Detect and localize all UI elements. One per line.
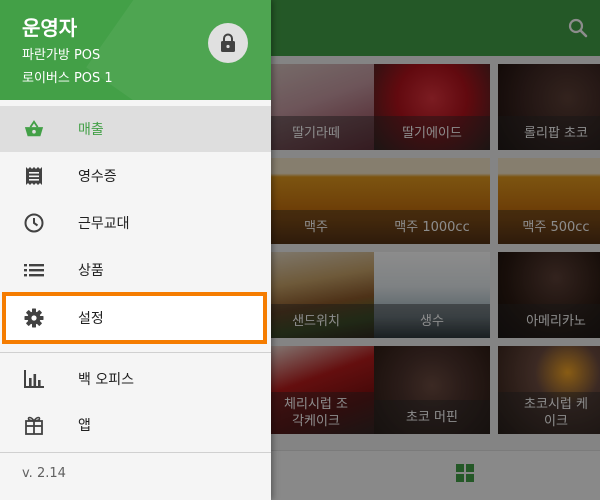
lock-icon	[221, 33, 235, 52]
menu-item-label: 영수증	[78, 169, 117, 185]
store-name: 파란가방 POS	[22, 48, 101, 63]
menu-item-settings[interactable]: 설정	[0, 295, 271, 341]
menu-item-receipts[interactable]: 영수증	[0, 153, 271, 199]
user-name: 운영자	[22, 16, 78, 40]
menu-item-items[interactable]: 상품	[0, 247, 271, 293]
gear-icon	[24, 308, 44, 328]
menu-item-apps[interactable]: 앱	[0, 402, 271, 448]
pos-name: 로이버스 POS 1	[22, 71, 113, 86]
menu-item-label: 상품	[78, 263, 104, 279]
divider	[0, 352, 271, 353]
menu-item-label: 앱	[78, 418, 91, 434]
app-version: v. 2.14	[22, 466, 66, 481]
menu-item-label: 백 오피스	[78, 372, 134, 388]
menu-item-sales[interactable]: 매출	[0, 106, 271, 152]
clock-icon	[24, 213, 44, 233]
receipt-icon	[24, 166, 44, 186]
divider	[0, 452, 271, 453]
navigation-drawer: 운영자 파란가방 POS 로이버스 POS 1 매출 영수증 근무교대 상품 설…	[0, 0, 271, 500]
lock-button[interactable]	[208, 23, 248, 63]
menu-item-label: 설정	[78, 311, 104, 327]
menu-item-label: 매출	[78, 122, 104, 138]
basket-icon	[24, 119, 44, 139]
bar-chart-icon	[24, 369, 44, 389]
menu-item-back-office[interactable]: 백 오피스	[0, 356, 271, 402]
drawer-header: 운영자 파란가방 POS 로이버스 POS 1	[0, 0, 271, 100]
menu-item-label: 근무교대	[78, 216, 130, 232]
list-icon	[24, 260, 44, 280]
menu-item-shift[interactable]: 근무교대	[0, 200, 271, 246]
puzzle-icon	[24, 415, 44, 435]
